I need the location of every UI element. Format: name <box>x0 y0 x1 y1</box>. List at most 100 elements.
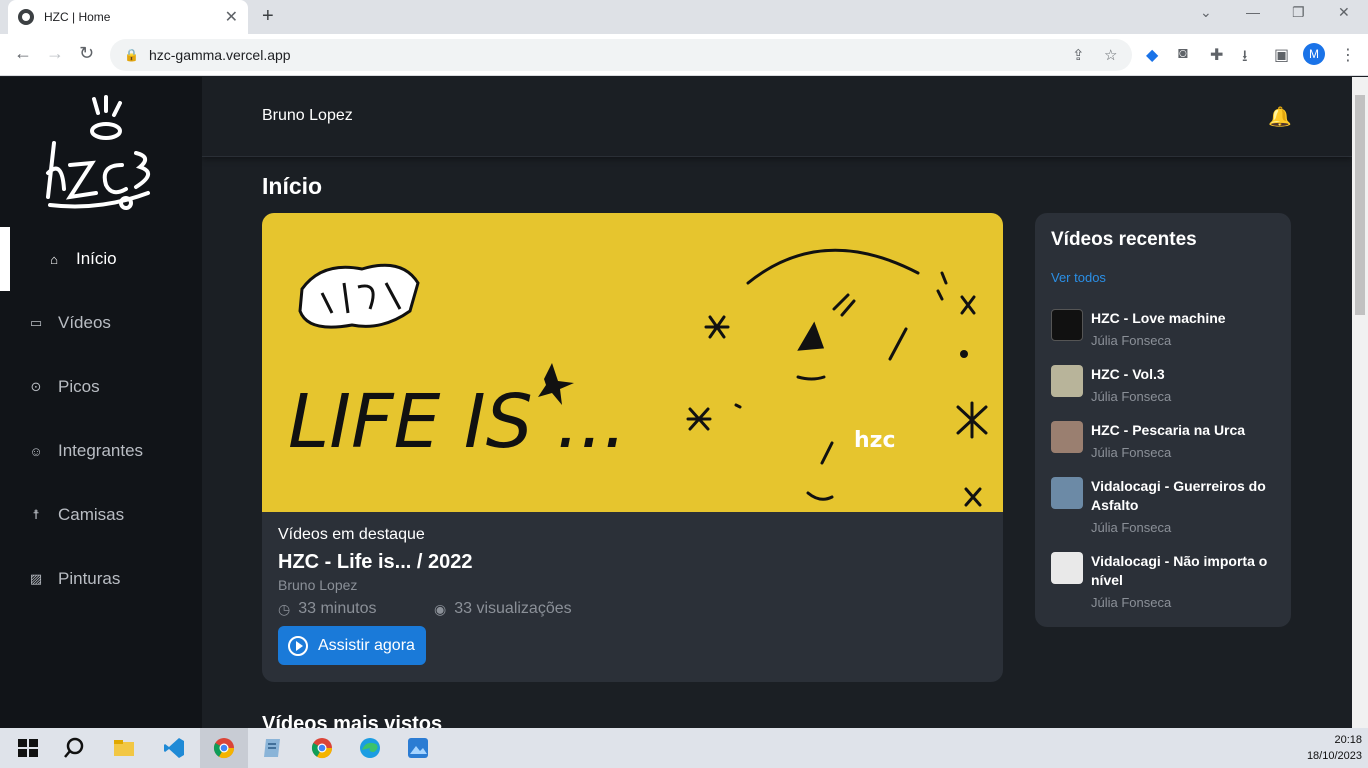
video-thumbnail <box>1051 552 1083 584</box>
scrollbar-thumb[interactable] <box>1355 95 1365 315</box>
video-title: Vidalocagi - Não importa o nível <box>1091 553 1268 588</box>
photos-icon[interactable] <box>406 736 430 760</box>
minimize-icon[interactable]: — <box>1246 4 1260 20</box>
new-tab-button[interactable]: + <box>262 5 274 28</box>
video-thumbnail <box>1051 477 1083 509</box>
thumb-text: LIFE IS ... <box>288 379 627 465</box>
recent-videos-title: Vídeos recentes <box>1051 229 1197 250</box>
reload-icon[interactable]: ↻ <box>79 43 94 64</box>
top-header: Bruno Lopez 🔔 <box>202 77 1352 157</box>
browser-toolbar: ← → ↻ 🔒 hzc-gamma.vercel.app ⇪ ☆ ◆ ◙ ✚ ⭳… <box>0 34 1368 76</box>
video-thumbnail <box>1051 421 1083 453</box>
clock-icon: ◷ <box>278 600 291 617</box>
video-author: Júlia Fonseca <box>1091 445 1172 460</box>
featured-section-label: Vídeos em destaque <box>278 526 425 543</box>
extensions-puzzle-icon[interactable]: ✚ <box>1210 45 1223 65</box>
sidebar-item-label: Início <box>76 249 117 268</box>
search-icon[interactable] <box>62 736 86 760</box>
tab-title: HZC | Home <box>44 10 111 24</box>
sidebar-item-label: Vídeos <box>58 313 111 332</box>
lock-icon[interactable]: 🔒 <box>124 48 139 62</box>
watch-now-label: Assistir agora <box>318 636 415 654</box>
page-scrollbar[interactable] <box>1352 77 1368 728</box>
download-icon[interactable]: ⭳ <box>1242 45 1248 72</box>
clock-date: 18/10/2023 <box>1306 750 1362 762</box>
video-title: HZC - Pescaria na Urca <box>1091 422 1246 438</box>
globe-icon <box>18 9 34 25</box>
notepad-icon[interactable] <box>260 736 284 760</box>
sidebar-item-label: Integrantes <box>58 441 144 460</box>
views-text: 33 visualizações <box>454 600 572 617</box>
sidebar-item-label: Picos <box>58 377 100 396</box>
tab-search-icon[interactable]: ⌄ <box>1200 4 1212 21</box>
hzc-logo <box>46 95 150 210</box>
image-icon: ▨ <box>29 571 43 586</box>
vscode-icon[interactable] <box>162 736 186 760</box>
duration-text: 33 minutos <box>298 600 377 617</box>
menu-kebab-icon[interactable]: ⋮ <box>1340 45 1356 65</box>
sidebar-item-videos[interactable]: ▭ Vídeos <box>0 291 202 355</box>
bookmark-star-icon[interactable]: ☆ <box>1104 46 1117 64</box>
close-window-icon[interactable]: ✕ <box>1338 4 1350 21</box>
forward-icon[interactable]: → <box>46 43 64 64</box>
featured-title[interactable]: HZC - Life is... / 2022 <box>278 551 473 574</box>
video-author: Júlia Fonseca <box>1091 520 1172 535</box>
sidebar-item-label: Camisas <box>58 505 125 524</box>
extension-shield-icon[interactable]: ◆ <box>1146 45 1158 65</box>
sidebar-item-inicio[interactable]: ⌂ Início <box>0 227 202 291</box>
edge-icon[interactable] <box>358 736 382 760</box>
recent-videos-panel: Vídeos recentes Ver todos HZC - Love mac… <box>1035 213 1291 627</box>
duration: ◷ 33 minutos <box>278 600 376 618</box>
video-author: Júlia Fonseca <box>1091 389 1172 404</box>
url-text: hzc-gamma.vercel.app <box>148 47 291 63</box>
close-tab-icon[interactable]: ✕ <box>225 7 238 27</box>
bell-icon[interactable]: 🔔 <box>1268 105 1292 129</box>
video-thumbnail <box>1051 309 1083 341</box>
address-bar[interactable]: 🔒 hzc-gamma.vercel.app ⇪ ☆ <box>110 39 1132 71</box>
browser-tab-strip: HZC | Home ✕ + ⌄ — ❐ ✕ <box>0 0 1368 34</box>
sidebar-item-pinturas[interactable]: ▨ Pinturas <box>0 547 202 611</box>
main-content: Bruno Lopez 🔔 Início LIFE IS ... hzc Víd… <box>202 77 1352 728</box>
watch-now-button[interactable]: Assistir agora <box>278 626 426 665</box>
video-title: Vidalocagi - Guerreiros do Asfalto <box>1091 478 1266 513</box>
map-pin-icon: ⊙ <box>30 379 42 394</box>
sidebar-item-label: Pinturas <box>58 569 121 588</box>
file-explorer-icon[interactable] <box>112 736 136 760</box>
views: ◉ 33 visualizações <box>434 600 572 618</box>
svg-text:hzc: hzc <box>854 428 896 453</box>
featured-author: Bruno Lopez <box>278 577 358 593</box>
windows-start-icon[interactable] <box>16 736 40 760</box>
eye-icon: ◉ <box>434 600 447 617</box>
profile-avatar[interactable]: M <box>1303 43 1325 65</box>
chrome-icon[interactable] <box>212 736 236 760</box>
side-panel-icon[interactable]: ▣ <box>1274 45 1289 65</box>
active-indicator <box>0 227 10 291</box>
featured-thumbnail[interactable]: LIFE IS ... hzc <box>262 213 1003 512</box>
user-name: Bruno Lopez <box>262 107 353 124</box>
sidebar: ⌂ Início ▭ Vídeos ⊙ Picos ☺ Integrantes … <box>0 77 202 728</box>
sidebar-item-camisas[interactable]: ☨ Camisas <box>0 483 202 547</box>
browser-tab[interactable]: HZC | Home ✕ <box>8 0 248 34</box>
featured-video-card: LIFE IS ... hzc Vídeos em destaque HZC -… <box>262 213 1003 682</box>
video-author: Júlia Fonseca <box>1091 333 1172 348</box>
shirt-icon: ☨ <box>32 507 40 522</box>
play-circle-icon <box>288 635 308 656</box>
users-icon: ☺ <box>29 443 43 459</box>
restore-icon[interactable]: ❐ <box>1292 4 1305 21</box>
video-author: Júlia Fonseca <box>1091 595 1172 610</box>
share-icon[interactable]: ⇪ <box>1072 46 1085 64</box>
sidebar-item-picos[interactable]: ⊙ Picos <box>0 355 202 419</box>
home-icon: ⌂ <box>50 251 58 267</box>
camera-icon[interactable]: ◙ <box>1178 45 1188 63</box>
chrome-profile-icon[interactable] <box>310 736 334 760</box>
back-icon[interactable]: ← <box>14 43 32 64</box>
see-all-link[interactable]: Ver todos <box>1051 270 1106 285</box>
video-thumbnail <box>1051 365 1083 397</box>
os-taskbar: 20:18 18/10/2023 <box>0 728 1368 768</box>
most-viewed-title: Vídeos mais vistos <box>262 713 443 728</box>
clock-time: 20:18 <box>1334 734 1362 746</box>
system-clock[interactable]: 20:18 18/10/2023 <box>1307 732 1362 764</box>
sidebar-item-integrantes[interactable]: ☺ Integrantes <box>0 419 202 483</box>
video-icon: ▭ <box>29 315 43 330</box>
video-title: HZC - Love machine <box>1091 310 1226 326</box>
